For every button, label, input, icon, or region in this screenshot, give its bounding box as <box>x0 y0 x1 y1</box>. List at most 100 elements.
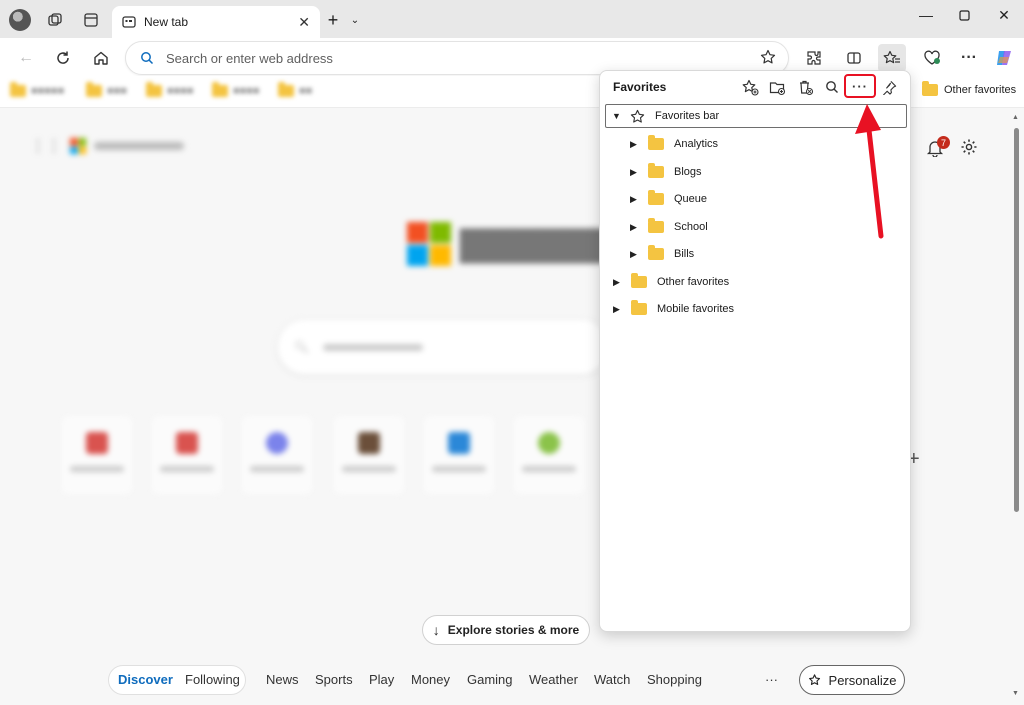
tree-item-label: Favorites bar <box>655 110 720 122</box>
favbar-folder[interactable]: ■■■ <box>86 82 127 97</box>
refresh-icon[interactable] <box>49 44 77 72</box>
quick-link-tile[interactable] <box>242 416 312 494</box>
extensions-icon[interactable] <box>800 44 828 72</box>
personalize-label: Personalize <box>828 672 897 688</box>
collapsed-caret-icon[interactable]: ▶ <box>613 304 625 315</box>
feed-tab-money[interactable]: Money <box>411 672 450 687</box>
folder-icon <box>648 190 664 205</box>
back-arrow-icon[interactable]: ← <box>12 44 40 72</box>
web-search-box[interactable]: 🔍︎ <box>278 320 608 374</box>
explore-stories-button[interactable]: ↓ Explore stories & more <box>422 615 590 645</box>
feed-tab-following[interactable]: Following <box>185 672 240 687</box>
tab-list-chevron-icon[interactable]: ⌄ <box>344 9 366 31</box>
feed-navigation: Discover Following News Sports Play Mone… <box>0 662 1024 698</box>
expanded-caret-icon[interactable]: ▼ <box>612 111 624 121</box>
favbar-other-favorites[interactable]: Other favorites <box>922 81 1016 96</box>
collapsed-caret-icon[interactable]: ▶ <box>630 167 642 178</box>
settings-more-icon[interactable]: ··· <box>955 44 983 72</box>
new-tab-page-icon <box>122 16 136 28</box>
feed-more-icon[interactable]: ··· <box>765 672 778 687</box>
quick-link-tile[interactable] <box>152 416 222 494</box>
folder-icon <box>648 245 664 260</box>
favbar-folder[interactable]: ■■■■ <box>212 82 260 97</box>
tree-item-label: Mobile favorites <box>657 303 735 315</box>
feed-tab-discover[interactable]: Discover <box>118 672 173 687</box>
personalize-button[interactable]: Personalize <box>799 665 905 695</box>
folder-icon <box>648 135 664 150</box>
scrollbar-thumb[interactable] <box>1014 128 1019 512</box>
tree-item-analytics[interactable]: ▶ Analytics <box>630 132 718 156</box>
favorites-toolbar-icon[interactable] <box>878 44 906 72</box>
favbar-folder[interactable]: ■■ <box>278 82 312 97</box>
notification-count-badge: 7 <box>937 136 950 149</box>
explore-label: Explore stories & more <box>447 623 580 637</box>
split-screen-icon[interactable] <box>840 44 868 72</box>
home-icon[interactable] <box>87 44 115 72</box>
scroll-up-icon[interactable]: ▲ <box>1012 114 1019 121</box>
microsoft-start-brand[interactable]: ⋮⋮ <box>30 136 184 156</box>
workspaces-icon[interactable] <box>44 9 66 31</box>
feed-tab-news[interactable]: News <box>266 672 299 687</box>
tree-item-school[interactable]: ▶ School <box>630 215 708 239</box>
scroll-down-icon[interactable]: ▼ <box>1012 690 1019 697</box>
tab-actions-icon[interactable] <box>80 9 102 31</box>
close-window-icon[interactable]: ✕ <box>984 4 1024 26</box>
collapsed-caret-icon[interactable]: ▶ <box>630 249 642 260</box>
quick-link-tile[interactable] <box>334 416 404 494</box>
tree-item-label: Queue <box>674 193 708 205</box>
favorites-panel-header: Favorites ··· <box>600 71 912 101</box>
collapsed-caret-icon[interactable]: ▶ <box>630 194 642 205</box>
tree-item-other-favorites[interactable]: ▶ Other favorites <box>613 270 729 294</box>
personalize-sparkle-icon <box>808 673 820 685</box>
profile-avatar[interactable] <box>9 9 31 31</box>
quick-link-tile[interactable] <box>424 416 494 494</box>
feed-tab-play[interactable]: Play <box>369 672 394 687</box>
favorites-panel-title: Favorites <box>613 80 667 94</box>
tree-item-label: School <box>674 221 708 233</box>
feed-tab-gaming[interactable]: Gaming <box>467 672 513 687</box>
favbar-folder[interactable]: ■■■■■ <box>10 82 64 97</box>
collapsed-caret-icon[interactable]: ▶ <box>613 277 625 288</box>
quick-link-tile[interactable] <box>62 416 132 494</box>
add-favorite-star-icon[interactable] <box>760 49 776 68</box>
annotation-arrow <box>855 104 884 239</box>
quick-link-tile[interactable] <box>514 416 584 494</box>
new-tab-plus-icon[interactable]: + <box>322 9 344 31</box>
tree-item-label: Blogs <box>674 166 702 178</box>
folder-icon <box>648 218 664 233</box>
folder-icon <box>631 300 647 315</box>
tree-item-label: Other favorites <box>657 276 730 288</box>
delete-favorites-icon[interactable] <box>794 76 816 98</box>
tree-item-label: Analytics <box>674 138 719 150</box>
copilot-icon[interactable] <box>990 44 1018 72</box>
microsoft-logo <box>407 222 451 266</box>
minimize-icon[interactable]: — <box>906 4 946 26</box>
maximize-icon[interactable] <box>944 4 984 26</box>
pin-panel-icon[interactable] <box>878 76 900 98</box>
more-options-icon[interactable]: ··· <box>844 74 876 98</box>
favbar-folder[interactable]: ■■■■ <box>146 82 194 97</box>
tree-item-bills[interactable]: ▶ Bills <box>630 242 694 266</box>
tree-item-mobile-favorites[interactable]: ▶ Mobile favorites <box>613 297 734 321</box>
feed-tab-weather[interactable]: Weather <box>529 672 578 687</box>
add-page-to-favorites-icon[interactable] <box>739 76 761 98</box>
feed-tab-sports[interactable]: Sports <box>315 672 353 687</box>
search-icon: 🔍︎ <box>294 340 310 354</box>
search-icon <box>141 52 154 65</box>
tab-close-icon[interactable]: ✕ <box>298 14 310 31</box>
title-bar: New tab ✕ + ⌄ — ✕ <box>0 0 1024 38</box>
add-folder-icon[interactable] <box>766 76 788 98</box>
browser-essentials-icon[interactable] <box>918 44 946 72</box>
star-icon <box>630 109 645 124</box>
tree-item-blogs[interactable]: ▶ Blogs <box>630 160 702 184</box>
collapsed-caret-icon[interactable]: ▶ <box>630 222 642 233</box>
tab-new-tab[interactable]: New tab ✕ <box>112 6 320 38</box>
feed-tab-shopping[interactable]: Shopping <box>647 672 702 687</box>
feed-tab-watch[interactable]: Watch <box>594 672 630 687</box>
tree-item-queue[interactable]: ▶ Queue <box>630 187 707 211</box>
collapsed-caret-icon[interactable]: ▶ <box>630 139 642 150</box>
page-settings-gear-icon[interactable] <box>960 138 978 161</box>
tab-title: New tab <box>144 15 189 29</box>
page-scrollbar[interactable]: ▲ ▼ <box>1012 112 1022 702</box>
search-favorites-icon[interactable] <box>821 76 843 98</box>
